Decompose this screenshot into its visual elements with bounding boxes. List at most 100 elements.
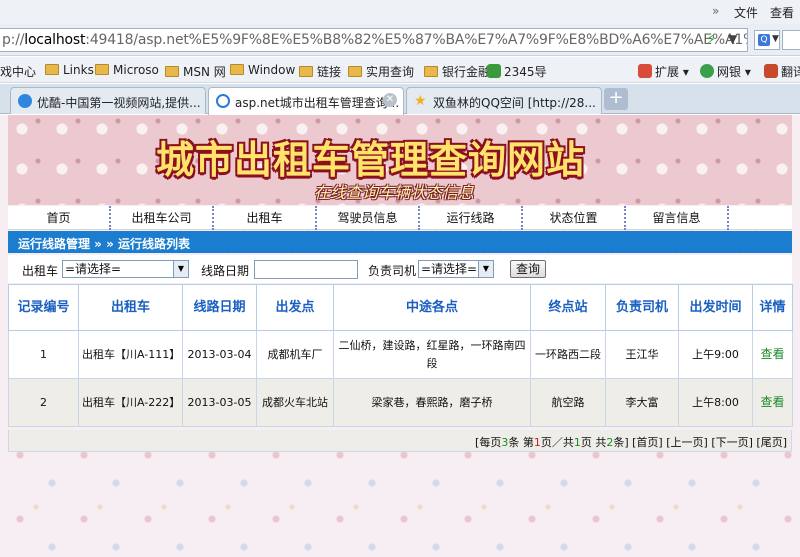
- cell-via: 梁家巷，春熙路，磨子桥: [333, 378, 531, 427]
- col-header-driver: 负责司机: [605, 284, 679, 331]
- cell-taxi: 出租车【川A-111】: [78, 330, 183, 379]
- col-header-start: 出发点: [256, 284, 334, 331]
- extend-button[interactable]: 扩展 ▾: [638, 63, 689, 80]
- nav-taxi[interactable]: 出租车: [214, 206, 317, 230]
- close-tab-icon[interactable]: ✕: [383, 93, 397, 107]
- cell-taxi: 出租车【川A-222】: [78, 378, 183, 427]
- address-row: p://localhost:49418/asp.net%E5%9F%8E%E5%…: [0, 24, 800, 56]
- fav-item-links-cn[interactable]: 链接: [299, 63, 341, 80]
- speed-mode-icon[interactable]: ⚡: [706, 32, 716, 48]
- nav-driver-info[interactable]: 驾驶员信息: [317, 206, 420, 230]
- fav-item-links[interactable]: Links: [45, 63, 94, 77]
- nav-status-location[interactable]: 状态位置: [523, 206, 626, 230]
- taxi-select-value: =请选择=: [65, 262, 122, 276]
- col-header-via: 中途各点: [333, 284, 531, 331]
- cell-detail: 查看: [752, 330, 793, 379]
- fav-item-microsoft[interactable]: Microso: [95, 63, 159, 77]
- folder-icon: [424, 66, 438, 77]
- cell-start: 成都机车厂: [256, 330, 334, 379]
- next-page-link[interactable]: [下一页]: [711, 436, 753, 449]
- cell-id: 1: [8, 330, 79, 379]
- breadcrumb-text: 运行线路管理 » » 运行线路列表: [18, 237, 191, 251]
- breadcrumb: 运行线路管理 » » 运行线路列表: [8, 231, 792, 253]
- site-title: 城市出租车管理查询网站: [156, 138, 586, 182]
- cell-time: 上午9:00: [678, 330, 753, 379]
- tab-taxi-site[interactable]: asp.net城市出租车管理查询... ✕: [208, 87, 404, 115]
- table-row: 1 出租车【川A-111】 2013-03-04 成都机车厂 二仙桥，建设路，红…: [8, 330, 793, 379]
- translate-button[interactable]: 翻译: [764, 63, 800, 80]
- favorites-bar: 戏中心 Links Microso MSN 网 Window 链接 实用查询 银…: [0, 57, 800, 83]
- star-icon: ★: [414, 93, 427, 109]
- cell-time: 上午8:00: [678, 378, 753, 427]
- pager-text: [每页3条 第1页／共1页 共2条] [首页] [上一页] [下一页] [尾页]: [475, 436, 787, 449]
- 2345-icon: [487, 64, 501, 78]
- chevron-down-icon: ▼: [478, 261, 493, 277]
- date-filter-label: 线路日期: [201, 264, 250, 278]
- tab-label: 优酷-中国第一视频网站,提供...: [37, 96, 201, 110]
- fav-item-msn[interactable]: MSN 网: [165, 63, 226, 80]
- address-dropdown-icon[interactable]: ▼: [728, 32, 737, 46]
- first-page-link[interactable]: [首页]: [632, 436, 663, 449]
- ie-page-icon: [216, 94, 230, 108]
- col-header-time: 出发时间: [678, 284, 753, 331]
- tab-qq-space[interactable]: ★ 双鱼林的QQ空间 [http://28...: [406, 87, 602, 114]
- fav-item-game-center[interactable]: 戏中心: [0, 63, 36, 80]
- nav-taxi-company[interactable]: 出租车公司: [111, 206, 214, 230]
- page-content: 城市出租车管理查询网站 在线查询车辆状态信息 首页 出租车公司 出租车 驾驶员信…: [0, 115, 800, 557]
- cell-via: 二仙桥，建设路，红星路，一环路南四段: [333, 330, 531, 379]
- prev-page-link[interactable]: [上一页]: [666, 436, 708, 449]
- driver-select-value: =请选择=: [421, 262, 478, 276]
- cell-start: 成都火车北站: [256, 378, 334, 427]
- col-header-taxi: 出租车: [78, 284, 183, 331]
- query-button[interactable]: 查询: [510, 260, 546, 278]
- cell-id: 2: [8, 378, 79, 427]
- folder-icon: [230, 64, 244, 75]
- address-bar[interactable]: p://localhost:49418/asp.net%E5%9F%8E%E5%…: [0, 28, 748, 52]
- date-input[interactable]: [254, 260, 358, 279]
- chevron-down-icon: ▼: [772, 34, 779, 44]
- folder-icon: [165, 66, 179, 77]
- address-url[interactable]: p://localhost:49418/asp.net%E5%9F%8E%E5%…: [2, 32, 747, 48]
- fav-item-windows[interactable]: Window: [230, 63, 295, 77]
- search-engine-icon: Q: [758, 34, 770, 46]
- site-banner: 城市出租车管理查询网站 在线查询车辆状态信息: [8, 115, 792, 205]
- taxi-select[interactable]: =请选择= ▼: [62, 260, 189, 278]
- cell-end: 一环路西二段: [530, 330, 606, 379]
- bank-button[interactable]: 网银 ▾: [700, 63, 751, 80]
- nav-routes[interactable]: 运行线路: [420, 206, 523, 230]
- routes-table: 记录编号 出租车 线路日期 出发点 中途各点 终点站 负责司机 出发时间 详情 …: [8, 284, 793, 427]
- menu-file[interactable]: 文件: [734, 4, 758, 21]
- col-header-id: 记录编号: [8, 284, 79, 331]
- tab-label: asp.net城市出租车管理查询...: [235, 96, 400, 110]
- tab-youku[interactable]: 优酷-中国第一视频网站,提供...: [10, 87, 206, 114]
- extension-icon: [638, 64, 652, 78]
- folder-icon: [45, 64, 59, 75]
- fav-item-2345[interactable]: 2345导: [487, 63, 547, 80]
- filter-bar: 出租车 =请选择= ▼ 线路日期 负责司机 =请选择= ▼ 查询: [8, 255, 792, 283]
- youku-icon: [18, 94, 32, 108]
- search-input[interactable]: [782, 30, 800, 50]
- cell-detail: 查看: [752, 378, 793, 427]
- menu-view[interactable]: 查看: [770, 4, 794, 21]
- driver-select[interactable]: =请选择= ▼: [418, 260, 494, 278]
- nav-home[interactable]: 首页: [8, 206, 111, 230]
- col-header-end: 终点站: [530, 284, 606, 331]
- menu-overflow-icon[interactable]: »: [712, 4, 719, 18]
- view-detail-link[interactable]: 查看: [760, 395, 784, 409]
- cell-driver: 王江华: [605, 330, 679, 379]
- table-row: 2 出租车【川A-222】 2013-03-05 成都火车北站 梁家巷，春熙路，…: [8, 378, 793, 427]
- nav-messages[interactable]: 留言信息: [626, 206, 729, 230]
- cell-date: 2013-03-05: [182, 378, 257, 427]
- folder-icon: [95, 64, 109, 75]
- new-tab-button[interactable]: +: [604, 88, 628, 110]
- last-page-link[interactable]: [尾页]: [756, 436, 787, 449]
- fav-item-utilities[interactable]: 实用查询: [348, 63, 414, 80]
- tab-label: 双鱼林的QQ空间 [http://28...: [433, 96, 596, 110]
- search-engine-button[interactable]: Q ▼: [754, 30, 780, 50]
- pager: [每页3条 第1页／共1页 共2条] [首页] [上一页] [下一页] [尾页]: [8, 430, 792, 452]
- col-header-detail: 详情: [752, 284, 793, 331]
- folder-icon: [348, 66, 362, 77]
- view-detail-link[interactable]: 查看: [760, 347, 784, 361]
- fav-item-banking[interactable]: 银行金融: [424, 63, 490, 80]
- taxi-filter-label: 出租车: [22, 264, 59, 278]
